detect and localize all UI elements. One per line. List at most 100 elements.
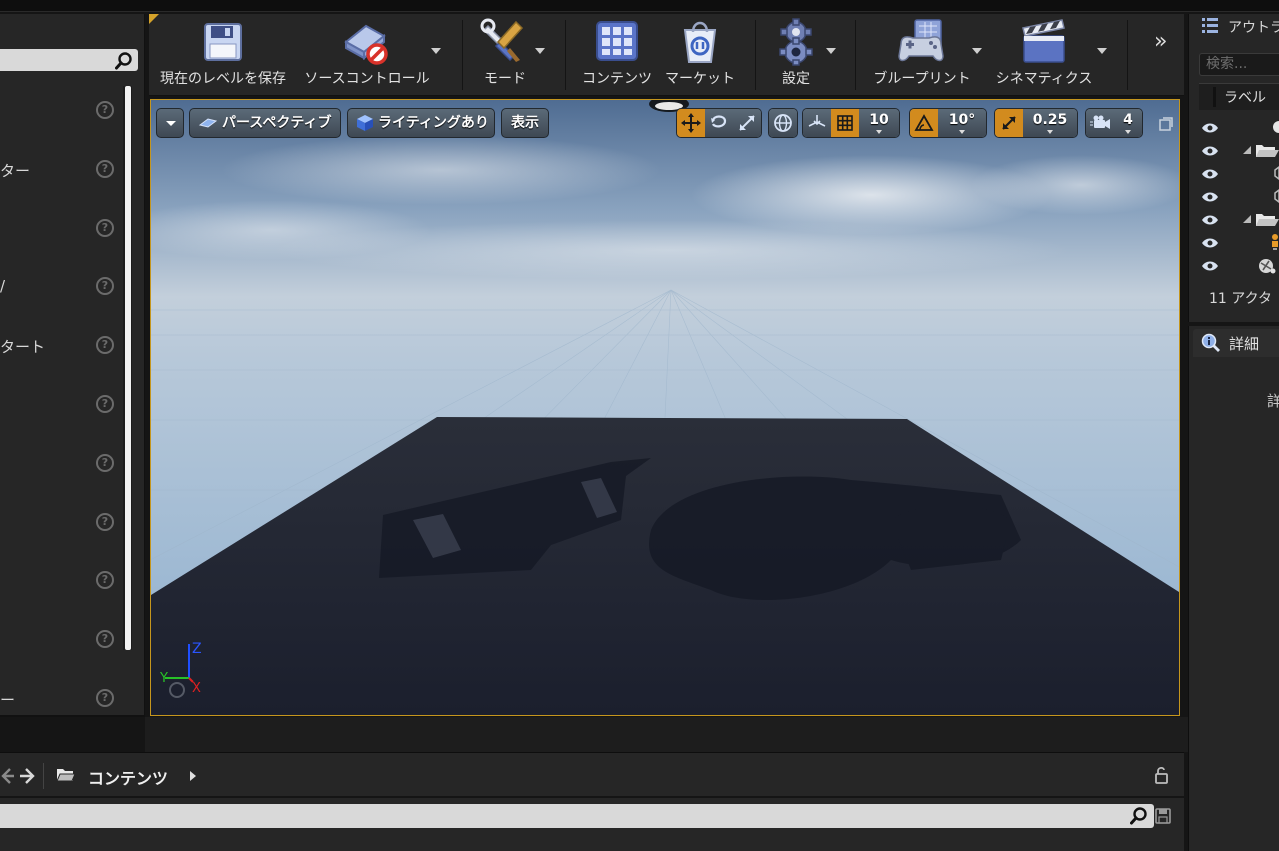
back-arrow-icon: [1, 768, 14, 784]
content-search-input[interactable]: [0, 804, 1154, 828]
visibility-eye-icon[interactable]: [1201, 237, 1219, 249]
outliner-row[interactable]: [1199, 163, 1279, 186]
toolbar-corner-marker: [149, 14, 159, 24]
chevron-down-icon: [166, 121, 176, 126]
modes-list-item[interactable]: ?: [0, 395, 124, 453]
scale-snap-toggle[interactable]: [995, 109, 1023, 137]
modes-list-item[interactable]: タート?: [0, 336, 124, 394]
grid-snap-toggle[interactable]: [831, 109, 859, 137]
modes-list-item[interactable]: ?: [0, 630, 124, 688]
sky-sphere-icon: [1259, 259, 1276, 274]
modes-dropdown-arrow[interactable]: [535, 48, 545, 54]
coordinate-system-button[interactable]: [768, 108, 798, 138]
help-icon[interactable]: ?: [96, 453, 114, 472]
rotation-snap-toggle[interactable]: [910, 109, 938, 137]
modes-list-item-label: /: [0, 277, 6, 296]
modes-list-item[interactable]: ?: [0, 453, 124, 512]
visibility-eye-icon[interactable]: [1201, 214, 1219, 226]
help-icon[interactable]: ?: [96, 689, 114, 707]
help-icon[interactable]: ?: [96, 395, 114, 413]
details-tab-label: 詳細: [1229, 335, 1260, 353]
content-button[interactable]: コンテンツ: [577, 14, 657, 96]
visibility-eye-icon[interactable]: [1201, 168, 1219, 180]
modes-list-item[interactable]: /?: [0, 277, 124, 335]
modes-button[interactable]: モード: [467, 14, 543, 96]
outliner-row[interactable]: [1199, 186, 1279, 209]
grid-icon: [837, 115, 853, 131]
outliner-tab[interactable]: アウトラ: [1228, 17, 1279, 37]
visibility-eye-icon[interactable]: [1201, 260, 1219, 272]
source-control-icon: [344, 24, 388, 65]
content-browser-header: コンテンツ: [0, 752, 1184, 796]
modes-list-item[interactable]: ー?: [0, 689, 124, 747]
help-icon[interactable]: ?: [96, 512, 114, 531]
modes-search-input[interactable]: [0, 49, 138, 71]
source-control-dropdown-arrow[interactable]: [431, 48, 441, 54]
cinematics-button[interactable]: シネマティクス: [989, 14, 1099, 96]
help-icon[interactable]: ?: [96, 571, 114, 590]
rotation-snap-value[interactable]: 10°: [938, 109, 986, 137]
modes-list-item[interactable]: ?: [0, 218, 124, 277]
expand-arrow-icon[interactable]: [1243, 215, 1251, 223]
modes-list-item[interactable]: ?: [0, 512, 124, 571]
help-icon[interactable]: ?: [96, 277, 114, 296]
settings-button[interactable]: 設定: [764, 14, 828, 96]
modes-list-item[interactable]: ?: [0, 571, 124, 629]
outliner-search-input[interactable]: 検索...: [1199, 53, 1279, 76]
help-icon[interactable]: ?: [96, 630, 114, 649]
rotate-mode-button[interactable]: [705, 109, 733, 137]
world-space-button[interactable]: [769, 109, 797, 137]
scale-mode-button[interactable]: [733, 109, 761, 137]
show-button[interactable]: 表示: [501, 108, 549, 138]
lock-icon[interactable]: [1153, 766, 1171, 784]
chevron-right-icon[interactable]: [189, 770, 197, 782]
scale-snap-icon: [1002, 116, 1016, 130]
modes-scrollbar-thumb[interactable]: [125, 86, 131, 650]
panel-gap: [145, 717, 1188, 752]
perspective-button[interactable]: パースペクティブ: [189, 108, 341, 138]
outliner-row[interactable]: [1199, 117, 1279, 140]
outliner-row[interactable]: [1199, 209, 1279, 232]
camera-speed-button[interactable]: 4: [1085, 108, 1143, 138]
settings-dropdown-arrow[interactable]: [826, 48, 836, 54]
surface-snap-button[interactable]: [803, 109, 831, 137]
help-icon[interactable]: ?: [96, 101, 114, 119]
scale-snap-value[interactable]: 0.25: [1023, 109, 1077, 137]
help-icon[interactable]: ?: [96, 218, 114, 237]
outliner-row[interactable]: [1199, 140, 1279, 163]
divider: [43, 763, 44, 789]
cinematics-dropdown-arrow[interactable]: [1097, 48, 1107, 54]
help-icon[interactable]: ?: [96, 159, 114, 178]
translate-mode-button[interactable]: [677, 109, 705, 137]
content-grid-icon: [596, 21, 638, 61]
blueprints-dropdown-arrow[interactable]: [972, 48, 982, 54]
visibility-eye-icon[interactable]: [1201, 191, 1219, 203]
grid-snap-value[interactable]: 10: [859, 109, 899, 137]
blueprints-button[interactable]: ブループリント: [863, 14, 981, 96]
modes-list-item[interactable]: ?: [0, 101, 124, 159]
maximize-viewport-button[interactable]: [1159, 116, 1173, 131]
label-column-header[interactable]: ラベル: [1224, 87, 1266, 107]
surface-snap-icon: [808, 115, 826, 127]
save-level-button[interactable]: 現在のレベルを保存: [157, 14, 289, 96]
outliner-row[interactable]: [1199, 232, 1279, 255]
modes-list-item[interactable]: ター?: [0, 159, 124, 218]
save-search-icon[interactable]: [1155, 808, 1171, 824]
toolbar-overflow-button[interactable]: »: [1154, 30, 1176, 54]
viewport-options-dropdown[interactable]: [156, 108, 184, 138]
main-toolbar: 現在のレベルを保存 ソースコントロール モード コンテンツ マーケット 設定 ブ…: [149, 14, 1184, 96]
expand-arrow-icon[interactable]: [1243, 146, 1251, 154]
lighting-mode-button[interactable]: ライティングあり: [347, 108, 495, 138]
level-viewport[interactable]: Z Y X パースペクティブ ライティングあり 表示 10 10° 0.25 4: [150, 99, 1180, 716]
marketplace-button[interactable]: マーケット: [661, 14, 739, 96]
actor-icon: [1274, 189, 1279, 203]
help-icon[interactable]: ?: [96, 336, 114, 355]
editor-window: ? ター?? /? タート?????? ー? 現在のレベルを保存 ソースコントロール: [0, 0, 1279, 851]
visibility-eye-icon[interactable]: [1201, 122, 1219, 134]
outliner-row[interactable]: [1199, 255, 1279, 278]
source-control-button[interactable]: ソースコントロール: [297, 14, 437, 96]
blueprints-label: ブループリント: [873, 71, 971, 87]
visibility-eye-icon[interactable]: [1201, 145, 1219, 157]
content-breadcrumb[interactable]: コンテンツ: [88, 765, 168, 789]
blueprint-gamepad-icon: [898, 19, 944, 62]
